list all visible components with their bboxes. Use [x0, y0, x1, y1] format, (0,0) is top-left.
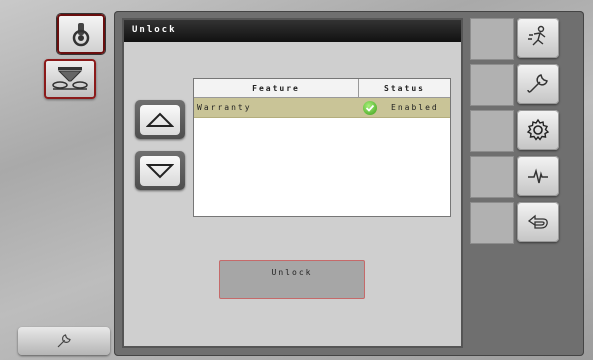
- ignition-button[interactable]: [57, 14, 105, 54]
- wrench-icon: [527, 74, 548, 93]
- operation-button[interactable]: [517, 18, 559, 58]
- spreader-icon: [52, 67, 88, 90]
- empty-slot: [470, 64, 514, 106]
- settings-button[interactable]: [18, 327, 110, 355]
- column-header-feature: Feature: [194, 79, 359, 97]
- gear-icon: [526, 118, 550, 141]
- empty-slot: [470, 110, 514, 152]
- diagnostics-button[interactable]: [517, 156, 559, 196]
- arrow-down-icon: [146, 163, 174, 178]
- status-cell: Enabled: [361, 100, 450, 115]
- settings-gear-button[interactable]: [517, 110, 559, 150]
- status-text: Enabled: [391, 103, 439, 112]
- scroll-down-button[interactable]: [135, 151, 185, 190]
- unlock-panel: Unlock Feature Status Warranty Enabled U…: [122, 18, 463, 348]
- empty-slot: [470, 156, 514, 198]
- running-person-icon: [528, 25, 546, 46]
- back-icon: [527, 214, 548, 229]
- unlock-button[interactable]: Unlock: [219, 260, 365, 299]
- column-header-status: Status: [384, 83, 425, 93]
- feature-cell: Warranty: [197, 103, 252, 112]
- setup-button[interactable]: [517, 64, 559, 104]
- diagnostics-icon: [528, 168, 548, 184]
- spreader-button[interactable]: [44, 59, 96, 99]
- table-header: Feature Status: [194, 79, 450, 98]
- scroll-up-button[interactable]: [135, 100, 185, 139]
- scroll-up-face: [140, 104, 180, 135]
- empty-slot: [470, 18, 514, 60]
- wrench-icon: [57, 334, 71, 348]
- ignition-icon: [72, 23, 90, 47]
- page-title: Unlock: [124, 20, 461, 42]
- back-button[interactable]: [517, 202, 559, 242]
- feature-table: Feature Status Warranty Enabled: [193, 78, 451, 217]
- table-row[interactable]: Warranty Enabled: [194, 98, 450, 118]
- check-circle-icon: [363, 100, 377, 115]
- empty-slot: [470, 202, 514, 244]
- arrow-up-icon: [146, 112, 174, 127]
- scroll-down-face: [140, 155, 180, 186]
